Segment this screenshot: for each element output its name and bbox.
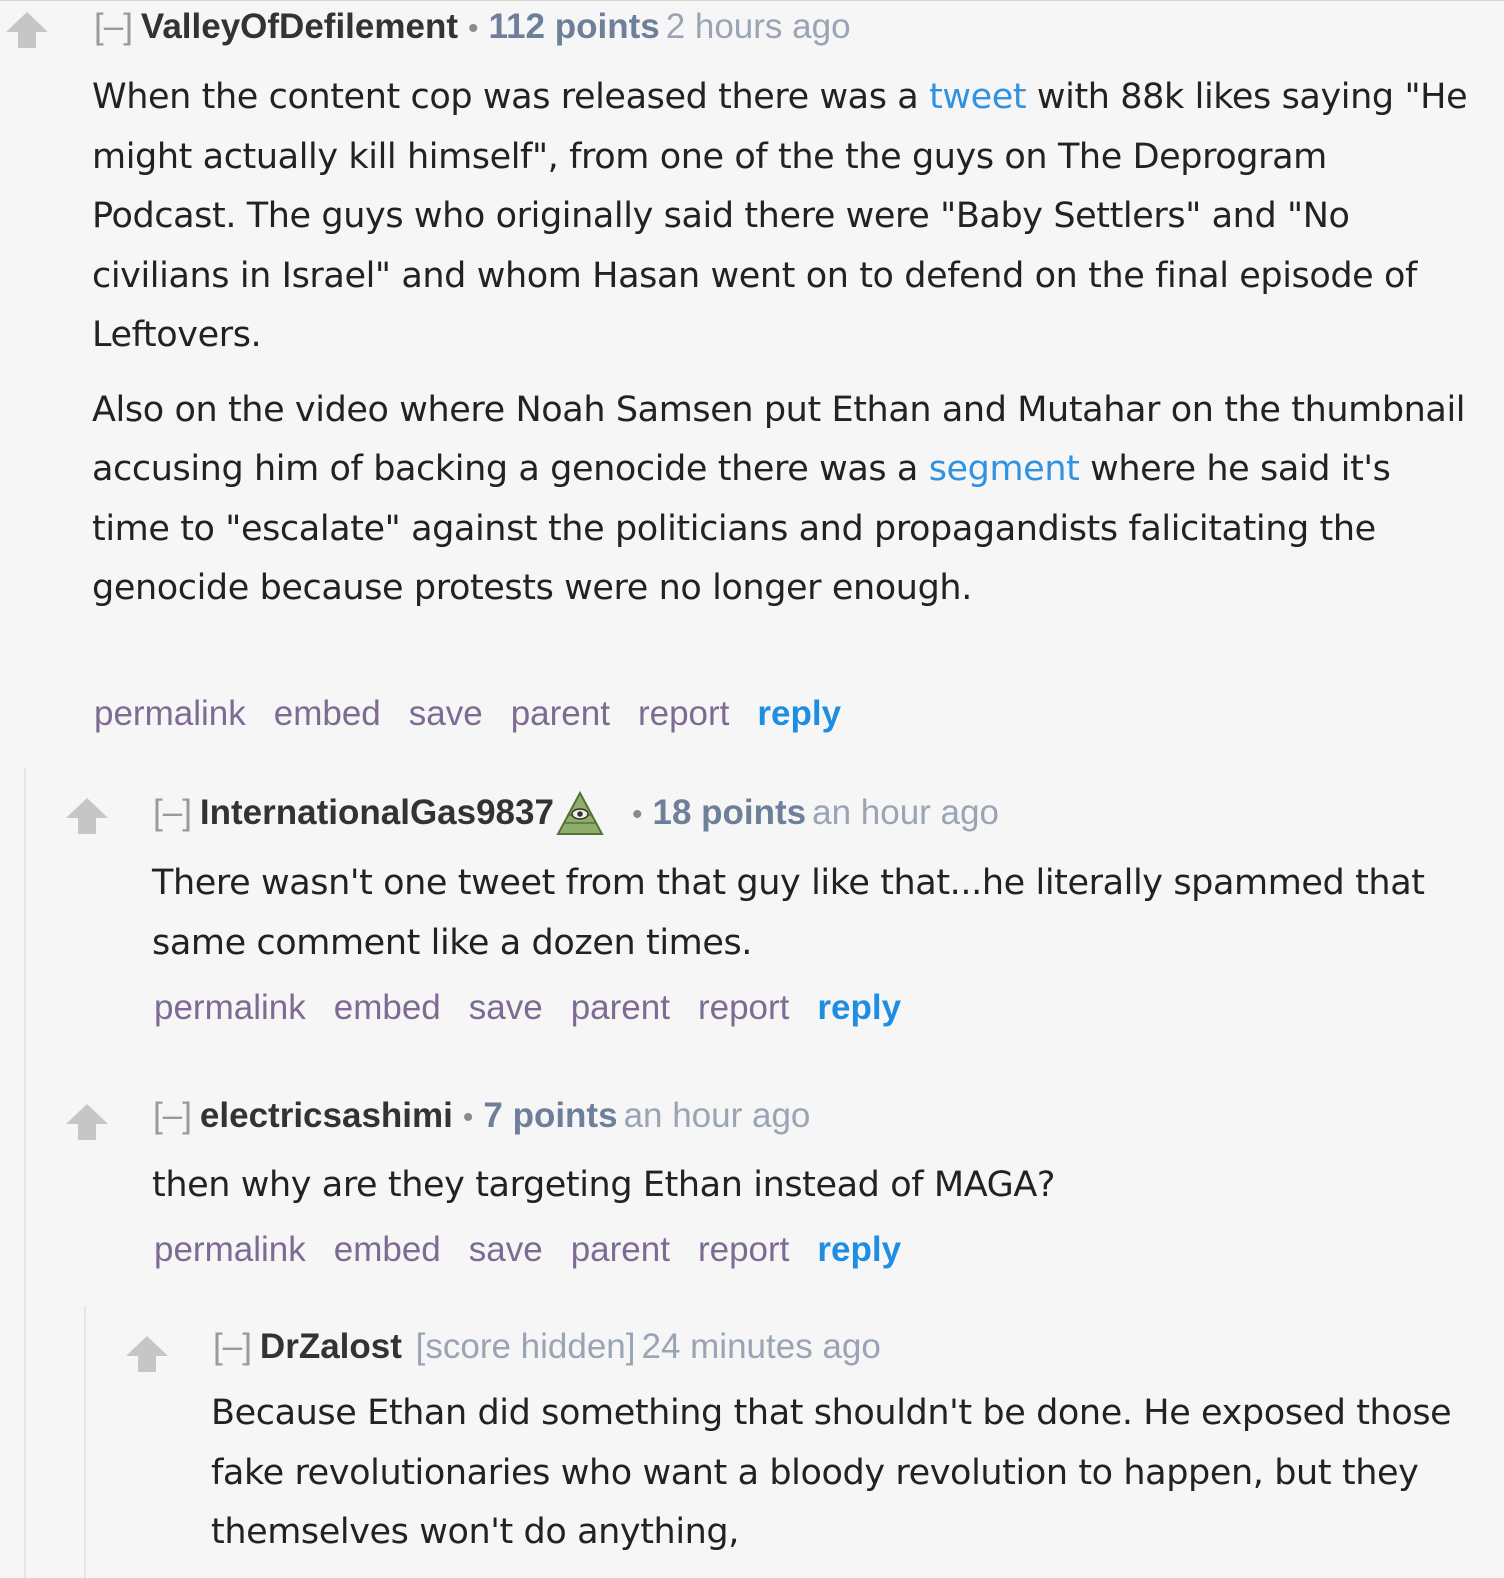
collapse-toggle[interactable]: [–] — [213, 1327, 252, 1366]
upvote-arrow-icon[interactable] — [4, 10, 50, 50]
comment-paragraph: Also on the video where Noah Samsen put … — [92, 389, 1466, 609]
parent-button[interactable]: parent — [571, 988, 670, 1027]
comment-paragraph: Because Ethan did something that shouldn… — [211, 1393, 1452, 1552]
parent-button[interactable]: parent — [511, 694, 610, 733]
comment-actions: permalink embed save parent report reply — [94, 694, 841, 734]
timestamp[interactable]: an hour ago — [624, 1096, 811, 1135]
tweet-link[interactable]: tweet — [929, 77, 1027, 117]
collapse-toggle[interactable]: [–] — [94, 7, 133, 46]
save-button[interactable]: save — [469, 988, 543, 1027]
illuminati-eye-icon — [556, 790, 604, 838]
save-button[interactable]: save — [409, 694, 483, 733]
save-button[interactable]: save — [469, 1230, 543, 1269]
comment-body: Because Ethan did something that shouldn… — [211, 1384, 1481, 1578]
author-link[interactable]: DrZalost — [260, 1327, 402, 1366]
score-hidden: [score hidden] — [415, 1327, 636, 1366]
comment-paragraph: then why are they targeting Ethan instea… — [152, 1165, 1056, 1205]
timestamp[interactable]: 2 hours ago — [666, 7, 851, 46]
author-link[interactable]: ValleyOfDefilement — [141, 7, 458, 46]
score: 7 points — [483, 1096, 618, 1135]
score: 112 points — [488, 7, 660, 46]
score: 18 points — [652, 793, 807, 832]
parent-button[interactable]: parent — [571, 1230, 670, 1269]
separator-dot: • — [631, 798, 643, 831]
reply-button[interactable]: reply — [817, 988, 901, 1027]
upvote-arrow-icon[interactable] — [64, 1102, 110, 1142]
collapse-toggle[interactable]: [–] — [153, 793, 192, 832]
comment-tagline: [–] DrZalost [score hidden] 24 minutes ago — [213, 1327, 881, 1367]
embed-button[interactable]: embed — [274, 694, 381, 733]
permalink-button[interactable]: permalink — [154, 988, 306, 1027]
thread-line[interactable] — [24, 768, 26, 1578]
comment-tagline: [–] InternationalGas9837 • 18 points an hour… — [153, 790, 999, 838]
permalink-button[interactable]: permalink — [94, 694, 246, 733]
reply-button[interactable]: reply — [757, 694, 841, 733]
comment-actions: permalink embed save parent report reply — [154, 988, 901, 1028]
comment-tagline: [–] electricsashimi • 7 points an hour ago — [153, 1096, 810, 1138]
report-button[interactable]: report — [698, 988, 789, 1027]
report-button[interactable]: report — [698, 1230, 789, 1269]
upvote-arrow-icon[interactable] — [64, 796, 110, 836]
reply-button[interactable]: reply — [817, 1230, 901, 1269]
timestamp[interactable]: 24 minutes ago — [642, 1327, 881, 1366]
author-link[interactable]: InternationalGas9837 — [200, 793, 554, 832]
comment-body: When the content cop was released there … — [92, 68, 1472, 634]
comment-tagline: [–] ValleyOfDefilement • 112 points 2 hours … — [94, 7, 851, 49]
separator-dot: • — [462, 1101, 474, 1134]
separator-dot: • — [468, 12, 479, 45]
thread-line[interactable] — [84, 1306, 86, 1578]
upvote-arrow-icon[interactable] — [124, 1334, 170, 1374]
permalink-button[interactable]: permalink — [154, 1230, 306, 1269]
comment-paragraph: When the content cop was released there … — [92, 77, 1468, 355]
comment-paragraph: There wasn't one tweet from that guy lik… — [152, 863, 1425, 963]
embed-button[interactable]: embed — [334, 1230, 441, 1269]
segment-link[interactable]: segment — [929, 449, 1080, 489]
comment-body: There wasn't one tweet from that guy lik… — [152, 854, 1472, 988]
comment-actions: permalink embed save parent report reply — [154, 1230, 901, 1270]
comment-body: then why are they targeting Ethan instea… — [152, 1156, 1472, 1231]
top-divider — [0, 0, 1504, 1]
report-button[interactable]: report — [638, 694, 729, 733]
timestamp[interactable]: an hour ago — [812, 793, 999, 832]
collapse-toggle[interactable]: [–] — [153, 1096, 192, 1135]
embed-button[interactable]: embed — [334, 988, 441, 1027]
author-link[interactable]: electricsashimi — [200, 1096, 453, 1135]
